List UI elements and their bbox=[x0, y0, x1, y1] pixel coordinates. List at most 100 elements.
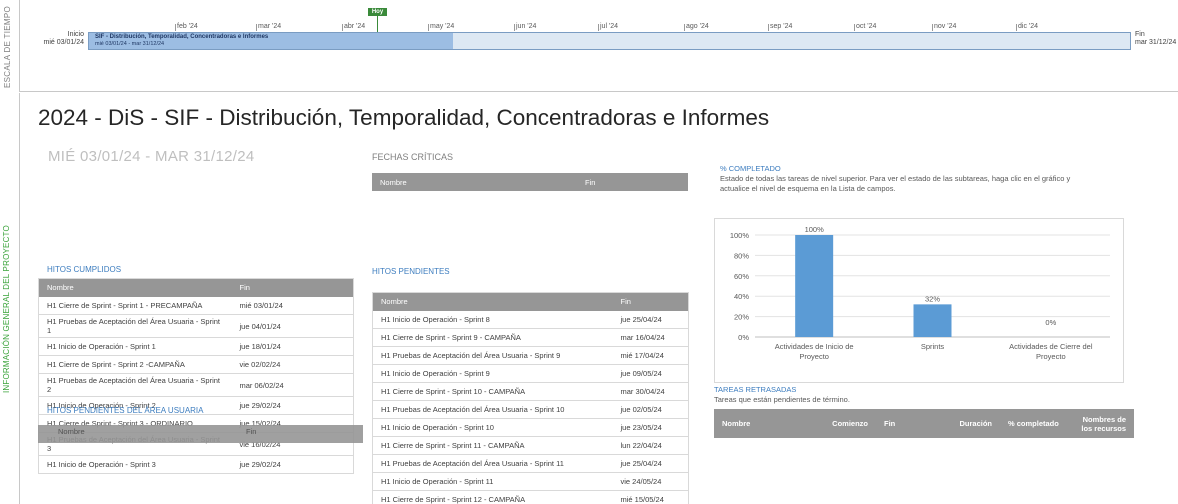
cell-end-date[interactable]: mar 06/02/24 bbox=[231, 373, 354, 397]
column-header-percent-complete[interactable]: % completado bbox=[1000, 409, 1068, 438]
y-tick-label: 80% bbox=[734, 251, 749, 260]
table-row[interactable]: H1 Inicio de Operación - Sprint 11 vie 24… bbox=[372, 472, 689, 491]
percent-complete-label: % COMPLETADO bbox=[720, 164, 781, 173]
cell-name[interactable]: H1 Inicio de Operación - Sprint 10 bbox=[372, 418, 613, 437]
cell-name[interactable]: H1 Cierre de Sprint - Sprint 1 - PRECAMP… bbox=[38, 296, 232, 315]
cell-end-date[interactable]: lun 22/04/24 bbox=[612, 436, 689, 455]
cell-name[interactable]: H1 Cierre de Sprint - Sprint 11 - CAMPAÑ… bbox=[372, 436, 613, 455]
table-row[interactable]: H1 Cierre de Sprint - Sprint 1 - PRECAMP… bbox=[38, 296, 354, 315]
column-header-end[interactable]: Fin bbox=[246, 427, 256, 436]
table-row[interactable]: H1 Cierre de Sprint - Sprint 10 - CAMPAÑ… bbox=[372, 382, 689, 401]
cell-end-date[interactable]: jue 29/02/24 bbox=[231, 455, 354, 474]
timeline-panel[interactable]: ESCALA DE TIEMPO Hoy feb '24 mar '24 abr… bbox=[0, 0, 1178, 92]
table-row[interactable]: H1 Pruebas de Aceptación del Área Usuari… bbox=[372, 346, 689, 365]
timeline-month: mar '24 bbox=[255, 23, 282, 31]
cell-name[interactable]: H1 Cierre de Sprint - Sprint 2 -CAMPAÑA bbox=[38, 355, 232, 374]
cell-end-date[interactable]: jue 25/04/24 bbox=[612, 310, 689, 329]
table-row[interactable]: H1 Inicio de Operación - Sprint 1 jue 18/… bbox=[38, 337, 354, 356]
timeline-month: jun '24 bbox=[513, 23, 537, 31]
data-label: 0% bbox=[1045, 318, 1056, 327]
column-header-end[interactable]: Fin bbox=[612, 292, 689, 311]
cell-name[interactable]: H1 Pruebas de Aceptación del Área Usuari… bbox=[372, 454, 613, 473]
timeline-month: feb '24 bbox=[175, 23, 198, 31]
cell-name[interactable]: H1 Cierre de Sprint - Sprint 12 - CAMPAÑ… bbox=[372, 490, 613, 504]
report-dates: MIÉ 03/01/24 - MAR 31/12/24 bbox=[48, 148, 255, 165]
cell-end-date[interactable]: jue 25/04/24 bbox=[612, 454, 689, 473]
cell-end-date[interactable]: mié 15/05/24 bbox=[612, 490, 689, 504]
cell-name[interactable]: H1 Inicio de Operación - Sprint 9 bbox=[372, 364, 613, 383]
project-summary-bar[interactable]: SIF - Distribución, Temporalidad, Concen… bbox=[88, 32, 1131, 50]
y-tick-label: 60% bbox=[734, 272, 749, 281]
milestones-done-table[interactable]: Nombre Fin H1 Cierre de Sprint - Sprint … bbox=[38, 278, 354, 474]
percent-complete-chart-svg: 0% 20% 40% 60% 80% 100% 100% Actividades de Ini… bbox=[730, 225, 1110, 361]
column-header-name[interactable]: Nombre bbox=[714, 409, 788, 438]
cell-end-date[interactable]: jue 04/01/24 bbox=[231, 314, 354, 338]
column-header-name[interactable]: Nombre bbox=[372, 292, 613, 311]
table-row[interactable]: H1 Cierre de Sprint - Sprint 12 - CAMPAÑ… bbox=[372, 490, 689, 504]
cell-end-date[interactable]: jue 02/05/24 bbox=[612, 400, 689, 419]
timeline-month: abr '24 bbox=[341, 23, 366, 31]
column-header-name[interactable]: Nombre bbox=[58, 427, 85, 436]
report-side-rail: INFORMACIÓN GENERAL DEL PROYECTO bbox=[0, 93, 20, 504]
column-header-duration[interactable]: Duración bbox=[932, 409, 1000, 438]
cell-name[interactable]: H1 Inicio de Operación - Sprint 8 bbox=[372, 310, 613, 329]
cell-end-date[interactable]: jue 23/05/24 bbox=[612, 418, 689, 437]
cell-name[interactable]: H1 Pruebas de Aceptación del Área Usuari… bbox=[372, 346, 613, 365]
data-label: 32% bbox=[925, 294, 940, 303]
cell-name[interactable]: H1 Cierre de Sprint - Sprint 9 - CAMPAÑA bbox=[372, 328, 613, 347]
cell-end-date[interactable]: mié 17/04/24 bbox=[612, 346, 689, 365]
timeline-month: nov '24 bbox=[931, 23, 957, 31]
milestones-pending-table[interactable]: Nombre Fin H1 Inicio de Operación - Spri… bbox=[372, 292, 689, 504]
category-label: Actividades de Inicio de bbox=[775, 342, 854, 351]
column-header-start[interactable]: Comienzo bbox=[788, 409, 876, 438]
table-row[interactable]: H1 Pruebas de Aceptación del Área Usuari… bbox=[372, 454, 689, 473]
critical-dates-label: FECHAS CRÍTICAS bbox=[372, 152, 454, 162]
late-tasks-table[interactable]: Nombre Comienzo Fin Duración % completad… bbox=[714, 409, 1134, 438]
cell-name[interactable]: H1 Pruebas de Aceptación del Área Usuari… bbox=[38, 373, 232, 397]
column-header-end[interactable]: Fin bbox=[876, 409, 932, 438]
cell-end-date[interactable]: jue 09/05/24 bbox=[612, 364, 689, 383]
table-row[interactable]: H1 Pruebas de Aceptación del Área Usuari… bbox=[38, 373, 354, 397]
cell-name[interactable]: H1 Inicio de Operación - Sprint 11 bbox=[372, 472, 613, 491]
cell-name[interactable]: H1 Inicio de Operación - Sprint 1 bbox=[38, 337, 232, 356]
column-header-name[interactable]: Nombre bbox=[372, 173, 577, 191]
timeline-start-label: Inicio bbox=[67, 31, 84, 38]
user-pending-table-header[interactable]: Nombre Fin bbox=[38, 425, 363, 443]
cell-end-date[interactable]: jue 18/01/24 bbox=[231, 337, 354, 356]
timeline-month: ago '24 bbox=[684, 23, 709, 31]
critical-dates-table[interactable]: Nombre Fin bbox=[372, 173, 688, 191]
category-label: Actividades de Cierre del bbox=[1009, 342, 1093, 351]
table-row[interactable]: H1 Cierre de Sprint - Sprint 9 - CAMPAÑA… bbox=[372, 328, 689, 347]
cell-end-date[interactable]: mié 03/01/24 bbox=[231, 296, 354, 315]
column-header-name[interactable]: Nombre bbox=[38, 278, 232, 297]
table-row[interactable]: H1 Inicio de Operación - Sprint 10 jue 23… bbox=[372, 418, 689, 437]
timeline-divider bbox=[20, 91, 1178, 92]
y-tick-label: 40% bbox=[734, 292, 749, 301]
cell-name[interactable]: H1 Inicio de Operación - Sprint 3 bbox=[38, 455, 232, 474]
column-header-resource-names[interactable]: Nombres de los recursos bbox=[1068, 409, 1134, 438]
cell-end-date[interactable]: jue 29/02/24 bbox=[231, 396, 354, 415]
y-tick-label: 0% bbox=[738, 333, 749, 342]
project-bar-dates: mié 03/01/24 - mar 31/12/24 bbox=[95, 41, 165, 47]
table-row[interactable]: H1 Inicio de Operación - Sprint 9 jue 09/… bbox=[372, 364, 689, 383]
table-row[interactable]: H1 Cierre de Sprint - Sprint 11 - CAMPAÑ… bbox=[372, 436, 689, 455]
percent-complete-chart[interactable]: 0% 20% 40% 60% 80% 100% 100% Actividades de Ini… bbox=[714, 218, 1124, 383]
y-tick-label: 100% bbox=[730, 231, 750, 240]
column-header-end[interactable]: Fin bbox=[577, 173, 688, 191]
user-pending-label: HITOS PENDIENTES DEL ÁREA USUARIA bbox=[47, 406, 204, 415]
column-header-end[interactable]: Fin bbox=[231, 278, 354, 297]
cell-end-date[interactable]: mar 16/04/24 bbox=[612, 328, 689, 347]
cell-name[interactable]: H1 Pruebas de Aceptación del Área Usuari… bbox=[38, 314, 232, 338]
timeline-start: Inicio mié 03/01/24 bbox=[40, 31, 84, 47]
timeline-month: oct '24 bbox=[853, 23, 877, 31]
cell-end-date[interactable]: mar 30/04/24 bbox=[612, 382, 689, 401]
table-row[interactable]: H1 Pruebas de Aceptación del Área Usuari… bbox=[372, 400, 689, 419]
table-row[interactable]: H1 Pruebas de Aceptación del Área Usuari… bbox=[38, 314, 354, 338]
cell-name[interactable]: H1 Cierre de Sprint - Sprint 10 - CAMPAÑ… bbox=[372, 382, 613, 401]
table-row[interactable]: H1 Inicio de Operación - Sprint 8 jue 25/… bbox=[372, 310, 689, 329]
table-row[interactable]: H1 Cierre de Sprint - Sprint 2 -CAMPAÑA v… bbox=[38, 355, 354, 374]
cell-end-date[interactable]: vie 02/02/24 bbox=[231, 355, 354, 374]
cell-end-date[interactable]: vie 24/05/24 bbox=[612, 472, 689, 491]
table-row[interactable]: H1 Inicio de Operación - Sprint 3 jue 29/… bbox=[38, 455, 354, 474]
cell-name[interactable]: H1 Pruebas de Aceptación del Área Usuari… bbox=[372, 400, 613, 419]
